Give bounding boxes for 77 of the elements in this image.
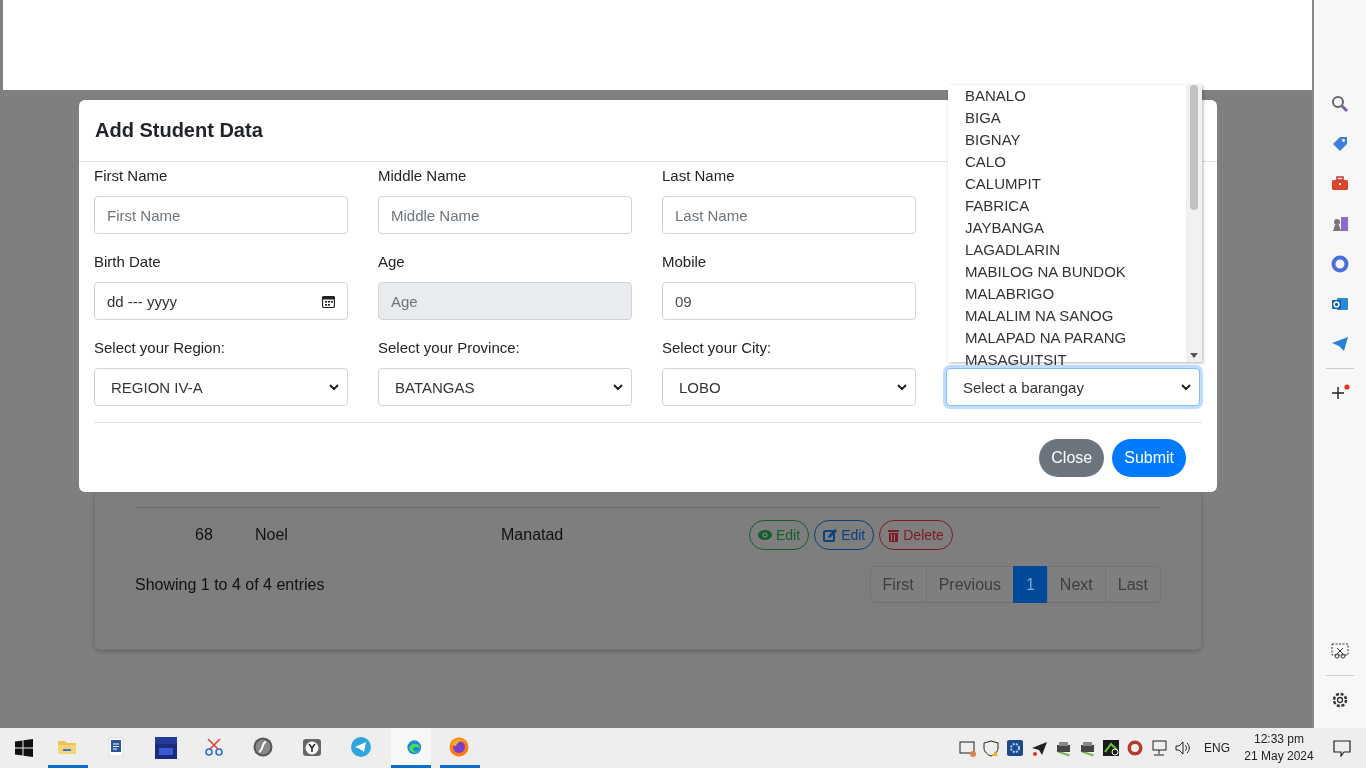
- input-field[interactable]: Middle Name: [378, 196, 632, 234]
- dropdown-option[interactable]: CALUMPIT: [965, 174, 1186, 196]
- calendar-icon: [322, 294, 335, 308]
- select-field[interactable]: REGION IV-A: [94, 368, 348, 406]
- shield-warning-icon[interactable]: [983, 739, 1000, 757]
- paper-plane-icon: [351, 737, 373, 759]
- dropdown-option[interactable]: CALO: [965, 152, 1186, 174]
- printer-icon[interactable]: [1055, 739, 1072, 757]
- trash-icon: [888, 528, 900, 542]
- language-indicator[interactable]: ENG: [1204, 741, 1230, 755]
- paper-plane-icon[interactable]: [1031, 739, 1048, 757]
- close-button[interactable]: Close: [1039, 439, 1105, 477]
- ring-icon[interactable]: [1331, 255, 1349, 273]
- dropdown-option[interactable]: MABILOG NA BUNDOK: [965, 262, 1186, 284]
- scrollbar[interactable]: [1186, 85, 1202, 362]
- field-label: Middle Name: [378, 166, 468, 186]
- field-label: Select your City:: [662, 338, 773, 358]
- input-field[interactable]: 09: [662, 282, 916, 320]
- chevron-down-icon: [329, 383, 339, 391]
- dropdown-option[interactable]: BIGNAY: [965, 130, 1186, 152]
- dsp-app-icon: [155, 737, 177, 759]
- speaker-icon[interactable]: [1175, 739, 1192, 757]
- network-icon[interactable]: [1151, 739, 1168, 757]
- field-label: Mobile: [662, 252, 708, 272]
- clock-button[interactable]: 12:33 pm 21 May 2024: [1242, 731, 1316, 765]
- select-field[interactable]: Select a barangay: [946, 368, 1200, 406]
- chevron-down-icon: [1181, 383, 1191, 391]
- fox-globe-icon: [449, 737, 471, 759]
- settings-icon[interactable]: [1331, 691, 1349, 709]
- field-label: Age: [378, 252, 406, 272]
- dropdown-option[interactable]: BIGA: [965, 108, 1186, 130]
- field-label: Birth Date: [94, 252, 162, 272]
- pencil-square-icon: [823, 528, 838, 542]
- dropdown-option[interactable]: MALABRIGO: [965, 284, 1186, 306]
- table-cell-text: Noel: [255, 526, 289, 544]
- date-field[interactable]: dd --- yyyy: [94, 282, 348, 320]
- toolbox-icon[interactable]: [1331, 175, 1349, 193]
- select-field[interactable]: BATANGAS: [378, 368, 632, 406]
- submit-button[interactable]: Submit: [1112, 439, 1186, 477]
- chevron-down-icon: [897, 383, 907, 391]
- dropdown-option[interactable]: BANALO: [965, 86, 1186, 108]
- mail-app-icon[interactable]: [1331, 295, 1349, 313]
- notification-icon[interactable]: [1333, 739, 1351, 757]
- dropdown-option[interactable]: MALAPAD NA PARANG: [965, 328, 1186, 350]
- screenshot-icon[interactable]: [1331, 643, 1349, 659]
- scrollbar-thumb[interactable]: [1190, 85, 1198, 210]
- chess-pieces-icon[interactable]: [1331, 215, 1349, 233]
- scroll-down-arrow-icon: [1190, 353, 1198, 358]
- dropdown-option[interactable]: JAYBANGA: [965, 218, 1186, 240]
- dropdown-option[interactable]: MALALIM NA SANOG: [965, 306, 1186, 328]
- graphics-card-icon[interactable]: [1103, 739, 1120, 757]
- input-field[interactable]: Last Name: [662, 196, 916, 234]
- tag-icon[interactable]: [1331, 135, 1349, 153]
- entries-summary: Showing 1 to 4 of 4 entries: [135, 575, 325, 594]
- search-icon[interactable]: [1331, 95, 1349, 113]
- field-label: Select your Province:: [378, 338, 521, 358]
- field-label: First Name: [94, 166, 169, 186]
- monitor-sync-icon[interactable]: [959, 739, 976, 757]
- modal-title: Add Student Data: [95, 119, 263, 142]
- dropdown-option[interactable]: LAGADLARIN: [965, 240, 1186, 262]
- windows-start-icon[interactable]: [15, 739, 33, 757]
- field-label: Last Name: [662, 166, 736, 186]
- eye-icon: [758, 528, 772, 542]
- gear-app-icon[interactable]: [1007, 739, 1024, 757]
- chevron-down-icon: [613, 383, 623, 391]
- clock-icon: [302, 737, 324, 759]
- plus-icon[interactable]: [1330, 384, 1350, 402]
- taskbar-app[interactable]: [391, 728, 431, 768]
- select-field[interactable]: LOBO: [662, 368, 916, 406]
- table-cell-text: 68: [194, 526, 214, 544]
- dropdown-option[interactable]: FABRICA: [965, 196, 1186, 218]
- printer-icon[interactable]: [1079, 739, 1096, 757]
- table-cell-text: Manatad: [501, 526, 565, 544]
- field-label: Select your Region:: [94, 338, 226, 358]
- flash-player-icon: [253, 737, 275, 759]
- input-field[interactable]: First Name: [94, 196, 348, 234]
- scissors-icon: [204, 737, 226, 759]
